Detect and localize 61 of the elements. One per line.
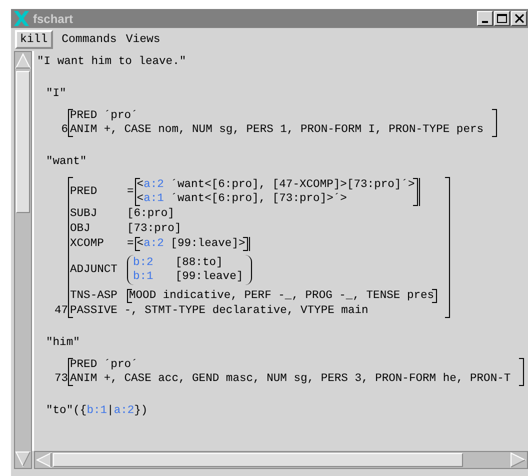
f-structure: MOOD indicative, PERF -_, PROG -_, TENSE pres	[127, 289, 438, 303]
node-label: "want"	[46, 155, 87, 169]
equals-mark: =	[127, 185, 134, 199]
node-index: 47	[53, 304, 68, 318]
scroll-down-icon[interactable]	[15, 450, 31, 468]
choice-text: ´want<[6:pro], [47-XCOMP]>[73:pro]´>	[170, 179, 415, 191]
angle-bracket: <	[136, 238, 144, 250]
sentence-text: "I want him to leave."	[37, 55, 188, 69]
attribute-name: OBJ	[70, 222, 92, 236]
feature-line: PRED ´pro´	[70, 358, 139, 372]
feature-line: PRED ´pro´	[70, 109, 139, 123]
bracket-mark: })	[134, 404, 148, 418]
scroll-right-icon[interactable]	[509, 452, 527, 468]
node-label: "him"	[46, 336, 80, 350]
attribute-name: ADJUNCT	[70, 263, 118, 277]
minimize-button[interactable]	[477, 11, 493, 26]
choice-text: [99:leave]>	[170, 238, 246, 250]
minimize-icon	[482, 21, 488, 23]
context-label: b:1	[86, 404, 108, 418]
close-icon	[514, 14, 524, 23]
x-logo-icon	[13, 10, 30, 27]
scroll-thumb[interactable]	[16, 71, 30, 213]
attribute-name: XCOMP	[70, 237, 105, 251]
set-member: [99:leave]	[175, 270, 244, 284]
node-index: 6	[60, 123, 68, 137]
feature-line: ANIM +, CASE nom, NUM sg, PERS 1, PRON-FORM I, PRON-TYPE pers	[70, 123, 484, 137]
attribute-value: [6:pro]	[127, 207, 174, 221]
window-title: fschart	[33, 12, 74, 26]
scroll-up-icon[interactable]	[15, 52, 31, 70]
attribute-name: SUBJ	[70, 207, 98, 221]
feature-line: ANIM +, CASE acc, GEND masc, NUM sg, PERS 3, PRON-FORM he, PRON-T	[70, 372, 511, 386]
attribute-name: PRED	[70, 185, 98, 199]
context-label: b:2	[133, 256, 154, 270]
bracket-mark: |	[107, 404, 114, 418]
menu-item[interactable]: Commands	[62, 33, 117, 46]
context-label: a:2	[114, 404, 134, 418]
node-label: "I"	[46, 87, 66, 101]
attribute-value: [73:pro]	[127, 222, 182, 236]
angle-bracket: <	[136, 179, 144, 191]
angle-bracket: <	[136, 193, 144, 205]
node-index: 73	[53, 372, 68, 386]
close-button[interactable]	[511, 11, 527, 26]
node-label: "to"	[46, 404, 74, 418]
context-label: b:1	[133, 270, 154, 284]
bracket-mark: ({	[73, 404, 87, 418]
equals-mark: =	[127, 237, 134, 251]
attribute-name: TNS-ASP	[70, 289, 118, 303]
choice-text: ´want<[6:pro], [73:pro]>´>	[170, 193, 347, 205]
menu-item[interactable]: Views	[126, 33, 160, 46]
vertical-scrollbar[interactable]	[14, 51, 32, 469]
horizontal-scrollbar[interactable]	[34, 451, 528, 469]
context-label: a:2	[144, 179, 164, 191]
kill-button[interactable]: kill	[15, 30, 53, 49]
maximize-icon	[497, 14, 507, 23]
context-label: a:2	[144, 238, 164, 250]
set-member: [88:to]	[175, 256, 224, 270]
scroll-left-icon[interactable]	[35, 452, 53, 468]
feature-line: PASSIVE -, STMT-TYPE declarative, VTYPE main	[70, 304, 370, 318]
context-label: a:1	[144, 193, 164, 205]
maximize-button[interactable]	[494, 11, 510, 26]
scroll-thumb[interactable]	[53, 453, 463, 467]
